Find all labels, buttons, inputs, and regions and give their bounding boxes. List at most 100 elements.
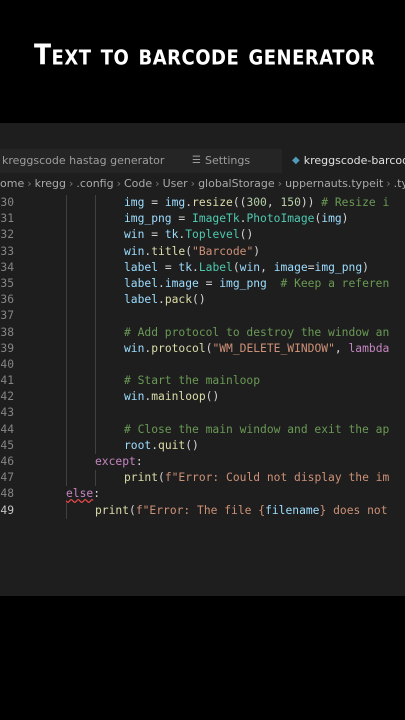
indent-guide [95, 308, 96, 325]
code-line[interactable]: 39 win.protocol("WM_DELETE_WINDOW", lambd… [0, 340, 405, 357]
tab-bar: kreggscode hastag generator ☰ Settings ◆… [0, 149, 405, 173]
indent-guide [95, 470, 96, 487]
code-line[interactable]: 32 win = tk.Toplevel() [0, 227, 405, 244]
code-text: print(f"Error: The file {filename} does … [95, 503, 388, 517]
code-text: win.title("Barcode") [124, 244, 261, 258]
indent-guide [66, 243, 67, 260]
line-number: 44 [0, 422, 14, 436]
indent-guide [66, 324, 67, 341]
code-area[interactable]: 30 img = img.resize((300, 150)) # Resize … [0, 195, 405, 519]
breadcrumb-item[interactable]: .typ [394, 177, 405, 190]
code-line[interactable]: 47 print(f"Error: Could not display the i… [0, 470, 405, 487]
line-number: 42 [0, 390, 14, 404]
line-number: 37 [0, 309, 14, 323]
code-text: root.quit() [124, 438, 199, 452]
python-icon: ◆ [292, 155, 300, 166]
code-line[interactable]: 42 win.mainloop() [0, 389, 405, 406]
indent-guide [66, 421, 67, 438]
breadcrumb-item[interactable]: kregg [35, 177, 66, 190]
indent-guide [66, 259, 67, 276]
tab-hashtag-generator[interactable]: kreggscode hastag generator [2, 149, 164, 173]
code-text: img_png = ImageTk.PhotoImage(img) [124, 212, 349, 226]
code-line[interactable]: 31 img_png = ImageTk.PhotoImage(img) [0, 211, 405, 228]
indent-guide [95, 227, 96, 244]
chevron-right-icon: › [69, 177, 74, 190]
code-text: # Start the mainloop [124, 374, 261, 388]
line-number: 45 [0, 438, 14, 452]
indent-guide [95, 373, 96, 390]
indent-guide [95, 195, 96, 212]
line-number: 35 [0, 276, 14, 290]
line-number: 30 [0, 196, 14, 209]
breadcrumb-item[interactable]: User [163, 177, 188, 190]
line-number: 32 [0, 228, 14, 242]
code-line[interactable]: 35 label.image = img_png # Keep a referen [0, 275, 405, 293]
code-line[interactable]: 45 root.quit() [0, 437, 405, 454]
line-number: 49 [0, 503, 14, 517]
code-line[interactable]: 41 # Start the mainloop [0, 373, 405, 390]
indent-guide [66, 502, 67, 519]
chevron-right-icon: › [116, 177, 121, 190]
line-number: 47 [0, 471, 14, 485]
indent-guide [66, 437, 67, 454]
indent-guide [66, 470, 67, 487]
indent-guide [66, 340, 67, 357]
indent-guide [95, 421, 96, 438]
code-text: win.protocol("WM_DELETE_WINDOW", lambda [124, 341, 390, 355]
indent-guide [66, 292, 67, 309]
indent-guide [95, 324, 96, 341]
indent-guide [95, 356, 96, 374]
breadcrumb: ome › kregg › .config › Code › User › globalStorag… [0, 175, 405, 193]
indent-guide [66, 211, 67, 228]
line-number: 36 [0, 293, 14, 307]
code-line[interactable]: 46 except: [0, 454, 405, 471]
indent-guide [66, 356, 67, 374]
indent-guide [66, 454, 67, 471]
code-text: # Add protocol to destroy the window an [124, 325, 390, 339]
code-line[interactable]: 36 label.pack() [0, 292, 405, 309]
indent-guide [66, 405, 67, 422]
code-editor[interactable]: kreggscode hastag generator ☰ Settings ◆… [0, 123, 405, 596]
code-line[interactable]: 49 print(f"Error: The file {filename} doe… [0, 502, 405, 519]
breadcrumb-item[interactable]: globalStorage [198, 177, 275, 190]
indent-guide [95, 259, 96, 276]
code-text: else: [66, 487, 101, 501]
line-number: 34 [0, 260, 14, 274]
tab-label: kreggscode-barcode [303, 154, 405, 167]
line-number: 38 [0, 325, 14, 339]
breadcrumb-item[interactable]: ome [0, 177, 24, 190]
chevron-right-icon: › [190, 177, 196, 190]
indent-guide [95, 340, 96, 357]
tab-settings[interactable]: ☰ Settings [192, 149, 250, 173]
tab-label: Settings [204, 154, 251, 167]
line-number: 41 [0, 374, 14, 388]
code-text: label.image = img_png # Keep a referen [124, 276, 390, 290]
code-text: label = tk.Label(win, image=img_png) [124, 260, 369, 274]
indent-guide [95, 211, 96, 228]
code-line[interactable]: 34 label = tk.Label(win, image=img_png) [0, 259, 405, 276]
code-line[interactable]: 44 # Close the main window and exit the a… [0, 421, 405, 438]
code-line[interactable]: 33 win.title("Barcode") [0, 243, 405, 260]
indent-guide [95, 292, 96, 309]
code-line[interactable]: 37 [0, 308, 405, 325]
code-line[interactable]: 30 img = img.resize((300, 150)) # Resize … [0, 195, 405, 212]
code-line[interactable]: 38 # Add protocol to destroy the window a… [0, 324, 405, 341]
code-text: except: [95, 455, 143, 468]
line-number: 39 [0, 341, 14, 355]
line-number: 33 [0, 244, 14, 258]
tab-label: kreggscode hastag generator [2, 154, 165, 167]
indent-guide [66, 195, 67, 212]
code-line[interactable]: 43 [0, 405, 405, 422]
indent-guide [95, 437, 96, 454]
breadcrumb-item[interactable]: .config [76, 177, 113, 190]
breadcrumb-item[interactable]: Code [124, 177, 152, 190]
settings-icon: ☰ [192, 155, 201, 166]
indent-guide [66, 373, 67, 390]
code-line[interactable]: 48 else: [0, 486, 405, 502]
code-text: # Close the main window and exit the ap [124, 422, 390, 436]
code-text: win = tk.Toplevel() [124, 228, 254, 242]
tab-barcode[interactable]: ◆ kreggscode-barcode [282, 149, 405, 173]
code-line[interactable]: 40 [0, 356, 405, 374]
video-title: Text to barcode generator [34, 37, 376, 72]
breadcrumb-item[interactable]: uppernauts.typeit [285, 177, 383, 190]
